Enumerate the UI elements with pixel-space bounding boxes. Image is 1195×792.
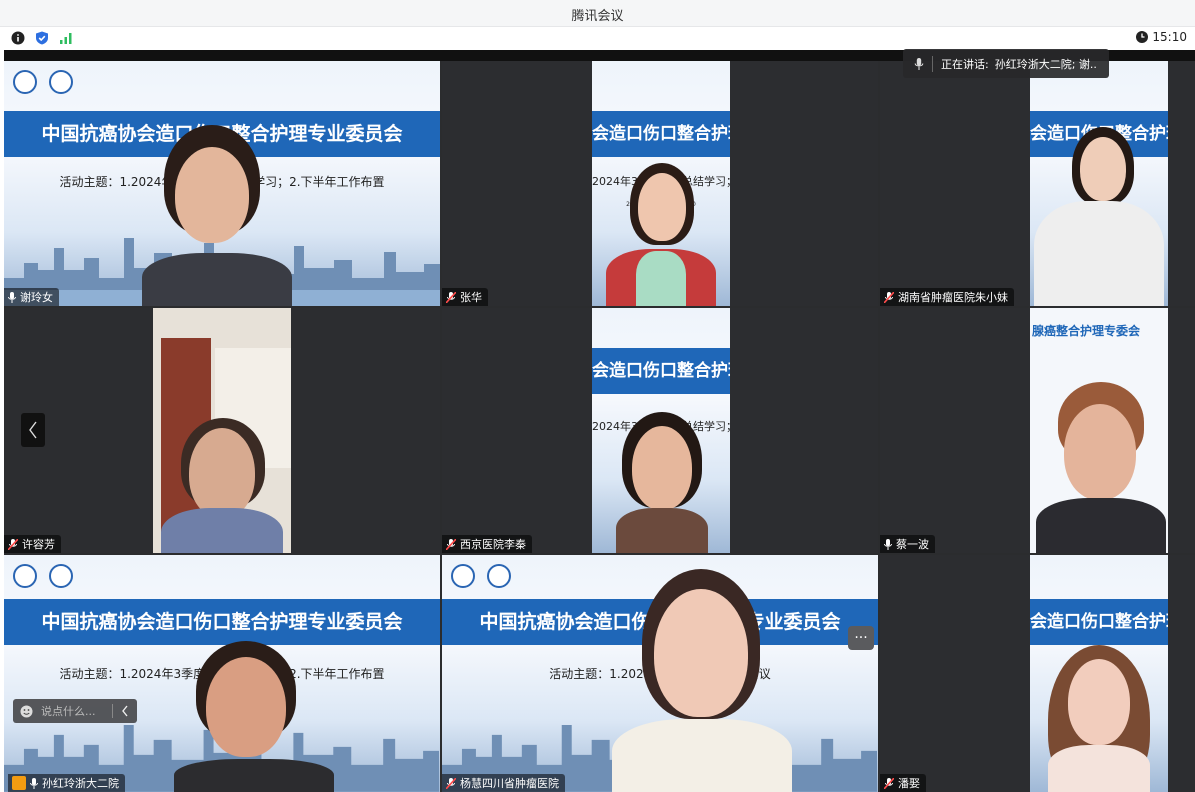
participant-name-tag: 潘娶 [880,774,926,792]
title-bar: 腾讯会议 [0,0,1195,27]
status-bar: 15:10 [0,27,1195,49]
hospital-logo-icon [49,70,73,94]
participant-video: 会造口伤口整合护理 [1030,61,1168,306]
video-tile-2[interactable]: 会造口伤口整合护理 2024年3季度工作总结学习；2. 2024年8月 19:3… [442,61,878,306]
video-tile-9[interactable]: 会造口伤口整合护理 潘娶 [880,555,1195,792]
participant-name-tag: 张华 [442,288,488,306]
speaking-label: 正在讲话: [941,57,989,71]
info-icon[interactable] [11,31,25,45]
microphone-muted-icon [8,538,18,550]
clock: 15:10 [1136,30,1187,44]
microphone-muted-icon [446,291,456,303]
clock-time: 15:10 [1152,30,1187,44]
participant-video: 会造口伤口整合护理 [1030,555,1168,792]
slide-title: 腺癌整合护理专委会 [1032,324,1141,338]
participant-name: 湖南省肿瘤医院朱小妹 [898,291,1008,304]
slide-title: 会造口伤口整合护理 [592,348,730,394]
participant-video: 会造口伤口整合护理 2024年3季度工作总结学习；2. [592,308,730,553]
video-tile-6[interactable]: 腺癌整合护理专委会 蔡一波 [880,308,1195,553]
emoji-icon[interactable] [20,705,33,718]
participant-name-tag: 杨慧四川省肿瘤医院 [442,774,565,792]
microphone-muted-icon [446,538,456,550]
video-tile-5[interactable]: 会造口伤口整合护理 2024年3季度工作总结学习；2. 西京医院李秦 [442,308,878,553]
participant-name: 杨慧四川省肿瘤医院 [460,777,559,790]
association-logo-icon [13,70,37,94]
participant-video [612,569,792,792]
participant-video [142,125,292,306]
hospital-logo-icon [49,564,73,588]
association-logo-icon [13,564,37,588]
participant-name-tag: 孙红玲浙大二院 [8,774,125,792]
microphone-icon [8,291,16,303]
video-tile-3[interactable]: 会造口伤口整合护理 湖南省肿瘤医院朱小妹 [880,61,1195,306]
speaking-name: 孙红玲浙大二院; 谢.. [994,57,1097,71]
slide-title: 会造口伤口整合护理 [1030,599,1168,645]
collapse-chevron-icon[interactable] [121,705,129,717]
association-logo-icon [451,564,475,588]
window-title: 腾讯会议 [571,9,624,24]
speaking-indicator: 正在讲话: 孙红玲浙大二院; 谢.. [903,49,1109,78]
video-tile-1[interactable]: 中国抗癌协会造口伤口整合护理专业委员会 活动主题：1.2024年3季度工作总结学… [4,61,440,306]
microphone-muted-icon [446,777,456,789]
host-badge-icon [12,776,26,790]
participant-name: 蔡一波 [896,538,929,551]
clock-icon [1136,31,1149,43]
participant-name-tag: 谢玲女 [4,288,59,306]
participant-name: 张华 [460,291,482,304]
hospital-logo-icon [487,564,511,588]
participant-name: 谢玲女 [20,291,53,304]
shield-icon[interactable] [35,31,49,45]
chat-placeholder: 说点什么... [41,705,96,718]
participant-name-tag: 西京医院李秦 [442,535,532,553]
participant-video [153,308,291,553]
slide-title: 中国抗癌协会造口伤口整合护理专业委员会 [4,599,440,645]
chat-input-box[interactable]: 说点什么... [13,699,137,723]
chevron-left-icon [29,421,37,439]
participant-name-tag: 湖南省肿瘤医院朱小妹 [880,288,1014,306]
previous-page-button[interactable] [21,413,45,447]
video-grid: 中国抗癌协会造口伤口整合护理专业委员会 活动主题：1.2024年3季度工作总结学… [4,61,1195,792]
microphone-icon [884,538,892,550]
video-tile-8[interactable]: 中国抗癌协会造口伤口整合护理专业委员会 活动主题：1.2024年1季度工作总结 … [442,555,878,792]
slide-title: 会造口伤口整合护理 [592,111,730,157]
video-tile-4[interactable]: 许容芳 [4,308,440,553]
participant-video [174,641,334,792]
microphone-icon [30,777,38,789]
participant-video: 腺癌整合护理专委会 [1030,308,1168,553]
participant-video: 会造口伤口整合护理 2024年3季度工作总结学习；2. 2024年8月 19:3… [592,61,730,306]
microphone-muted-icon [884,291,894,303]
microphone-muted-icon [884,777,894,789]
microphone-icon [914,57,924,70]
participant-name: 潘娶 [898,777,920,790]
participant-name: 许容芳 [22,538,55,551]
signal-icon[interactable] [59,31,73,45]
participant-name-tag: 许容芳 [4,535,61,553]
participant-name: 西京医院李秦 [460,538,526,551]
participant-name: 孙红玲浙大二院 [42,777,119,790]
participant-name-tag: 蔡一波 [880,535,935,553]
more-options-button[interactable]: ··· [848,626,874,650]
video-tile-7[interactable]: 中国抗癌协会造口伤口整合护理专业委员会 活动主题：1.2024年3季度工作总结学… [4,555,440,792]
